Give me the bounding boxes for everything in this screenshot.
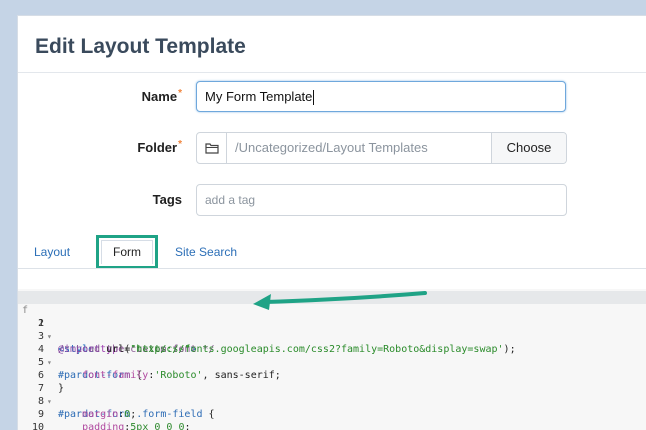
tags-label-text: Tags	[152, 192, 182, 207]
page-title: Edit Layout Template	[35, 35, 246, 58]
folder-label: Folder*	[82, 139, 182, 155]
tags-input[interactable]: add a tag	[196, 184, 567, 216]
code-editor[interactable]: f 1 ▾ <style type="text/css"> 2 ▾ /* Loa…	[18, 289, 646, 430]
code-line: 10 }	[18, 408, 646, 430]
tab-site-search[interactable]: Site Search	[175, 245, 237, 259]
line-number: 10	[31, 422, 44, 430]
name-label-text: Name	[141, 89, 178, 104]
annotation-arrow-icon	[253, 291, 427, 310]
name-label: Name*	[82, 88, 182, 104]
code-line: 8 margin:0;	[18, 382, 646, 420]
required-marker: *	[178, 139, 182, 150]
folder-icon	[197, 133, 227, 163]
text-cursor	[313, 90, 315, 106]
edit-layout-template-panel: Edit Layout Template Name* My Form Templ…	[17, 15, 646, 430]
code-line: 6 }	[18, 356, 646, 394]
name-input-value: My Form Template	[205, 89, 313, 104]
code-line: 7 ▾ #pardot-form .form-field {	[18, 369, 646, 420]
required-marker: *	[178, 88, 182, 99]
tabs-divider	[18, 268, 646, 269]
choose-folder-button[interactable]: Choose	[491, 133, 566, 163]
tags-label: Tags	[82, 192, 182, 207]
code-text: padding:5px 0 0 0;	[82, 422, 191, 430]
code-line: 9 padding:5px 0 0 0;	[18, 395, 646, 430]
folder-path: /Uncategorized/Layout Templates	[235, 140, 428, 155]
title-divider	[18, 72, 646, 73]
tags-placeholder: add a tag	[205, 193, 256, 207]
code-line: 5 font-family:'Roboto', sans-serif;	[18, 343, 646, 381]
tab-layout[interactable]: Layout	[34, 245, 70, 259]
name-input[interactable]: My Form Template	[196, 81, 566, 112]
folder-selector: /Uncategorized/Layout Templates Choose	[196, 132, 567, 164]
code-line: 4 ▾ #pardot-form {	[18, 330, 646, 381]
form-tab-highlight-box	[96, 235, 158, 269]
folder-label-text: Folder	[137, 140, 178, 155]
